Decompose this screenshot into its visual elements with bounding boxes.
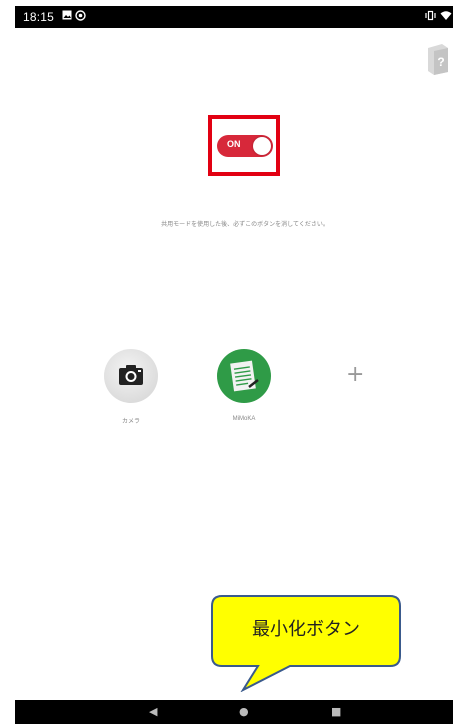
callout-bubble <box>211 595 401 692</box>
help-book-icon[interactable]: ? <box>424 42 452 76</box>
back-button[interactable]: ◀ <box>149 705 157 719</box>
wifi-icon <box>440 10 452 25</box>
camera-app-label: カメラ <box>121 419 140 425</box>
notebook-icon <box>230 360 259 392</box>
camera-app-button[interactable] <box>104 349 158 403</box>
at-icon <box>75 10 86 25</box>
add-app-button[interactable]: + <box>346 364 364 386</box>
mimoka-app-label: MiMoKA <box>232 416 256 422</box>
shared-mode-toggle[interactable]: ON <box>217 135 273 157</box>
camera-icon <box>119 365 143 385</box>
toggle-state-label: ON <box>227 139 241 149</box>
recents-button[interactable]: ■ <box>331 705 341 719</box>
home-button[interactable]: ● <box>239 705 249 719</box>
vibrate-icon <box>425 10 436 25</box>
instruction-text: 共用モードを使用した後、必ずこのボタンを消してください。 <box>161 221 329 228</box>
navigation-bar: ◀ ● ■ <box>15 700 453 724</box>
svg-text:?: ? <box>437 55 444 69</box>
mimoka-app-button[interactable] <box>217 349 271 403</box>
status-bar: 18:15 <box>15 6 453 28</box>
callout-text: 最小化ボタン <box>252 619 360 640</box>
status-time: 18:15 <box>23 10 55 24</box>
image-icon <box>62 10 72 24</box>
toggle-knob <box>253 137 271 155</box>
